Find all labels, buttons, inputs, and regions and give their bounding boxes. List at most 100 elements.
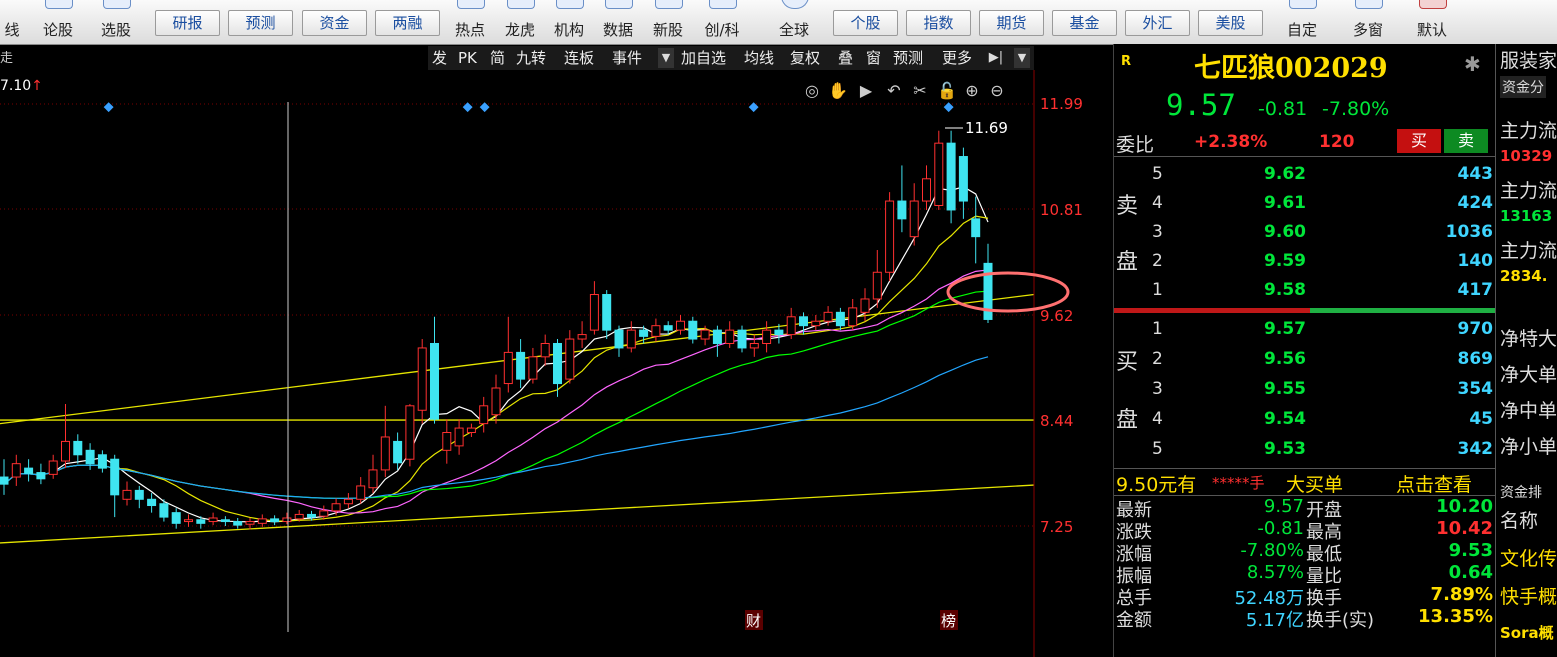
toolbar-default[interactable]: 默认 [1408, 0, 1456, 44]
gear-icon[interactable]: ✱ [1464, 52, 1481, 76]
toolbar-custom[interactable]: 自定 [1278, 0, 1326, 44]
forecast-button[interactable]: 预测 [228, 10, 293, 36]
big-order-type: 大买单 [1286, 474, 1344, 496]
play-icon: ▶ [860, 81, 873, 100]
sell-order-row[interactable]: 2 9.59 140 [1114, 248, 1496, 276]
chart-tool-nine-turn[interactable]: 九转 [516, 48, 546, 68]
toolbar-hot-label: 热点 [454, 21, 485, 39]
candle [417, 339, 427, 424]
futures-button[interactable]: 期货 [979, 10, 1044, 36]
moving-average-lines [3, 186, 989, 523]
order-price: 9.55 [1264, 379, 1306, 399]
chart-tool-more[interactable]: 更多 [942, 48, 972, 68]
buy-order-row[interactable]: 2 9.56 869 [1114, 346, 1496, 374]
stat-label: 最低 [1306, 544, 1342, 565]
rank-item[interactable]: 文化传 [1500, 544, 1557, 571]
rank-item[interactable]: 快手概 [1500, 582, 1557, 609]
toolbar-hot[interactable]: 热点 [450, 0, 490, 44]
chart-tool-events[interactable]: 事件 [612, 48, 642, 68]
toolbar-forum[interactable]: 论股 [38, 0, 78, 44]
research-report-button[interactable]: 研报 [155, 10, 220, 36]
candle [184, 514, 193, 527]
buy-order-row[interactable]: 5 9.53 342 [1114, 436, 1496, 464]
toolbar-dragon-tiger[interactable]: 龙虎 [500, 0, 540, 44]
zoom-in-icon: ⊕ [965, 81, 978, 100]
single-stock-button[interactable]: 个股 [833, 10, 898, 36]
sell-order-row[interactable]: 4 9.61 424 [1114, 190, 1496, 218]
toolbar-stock-pick[interactable]: 选股 [96, 0, 136, 44]
sell-order-row[interactable]: 3 9.60 1036 [1114, 219, 1496, 247]
toolbar-data[interactable]: 数据 [598, 0, 638, 44]
sell-order-row[interactable]: 1 9.58 417 [1114, 277, 1496, 305]
toolbar-globe[interactable]: 全球 [770, 0, 818, 44]
buy-order-row[interactable]: 3 9.55 354 [1114, 376, 1496, 404]
candle [688, 316, 698, 344]
toolbar-line-chart[interactable]: 线 [0, 0, 24, 44]
toolbar-new-stock[interactable]: 新股 [648, 0, 688, 44]
candle [356, 477, 366, 504]
capital-button[interactable]: 资金 [302, 10, 367, 36]
chart-tool-consecutive-limit[interactable]: 连板 [564, 48, 594, 68]
candle [122, 481, 132, 506]
buy-button[interactable]: 买 [1397, 129, 1441, 153]
candle-body [811, 320, 821, 327]
us-stock-button[interactable]: 美股 [1198, 10, 1263, 36]
view-big-order-link[interactable]: 点击查看 [1396, 470, 1472, 497]
candle-body [516, 351, 526, 380]
chart-tool-overlay[interactable]: 叠 [838, 48, 853, 68]
price-change-pct: -7.80% [1322, 98, 1390, 120]
more-dropdown-arrow-icon[interactable]: ▼ [1014, 48, 1030, 68]
candle [257, 514, 267, 527]
chart-tool-simple[interactable]: 简 [490, 48, 505, 68]
margin-button[interactable]: 两融 [375, 10, 440, 36]
candlestick-chart[interactable]: ◎ ✋ ▶ ↶ ✂ 🔓 ⊕ ⊖ 11.69 财 榜 [0, 70, 1112, 657]
toolbar-multi-window[interactable]: 多窗 [1344, 0, 1392, 44]
buy-order-row[interactable]: 4 9.54 45 [1114, 406, 1496, 434]
big-order-alert[interactable]: 9.50元有 *****手 大买单 点击查看 [1114, 468, 1496, 496]
capital-rank-tab[interactable]: 资金排 [1500, 482, 1542, 502]
toolbar-institution[interactable]: 机构 [549, 0, 589, 44]
forex-button[interactable]: 外汇 [1125, 10, 1190, 36]
candle-body [331, 503, 341, 512]
fund-button[interactable]: 基金 [1052, 10, 1117, 36]
sell-button[interactable]: 卖 [1444, 129, 1488, 153]
chart-tool-fa[interactable]: 发 [432, 48, 447, 68]
events-dropdown-arrow-icon[interactable]: ▼ [658, 48, 674, 68]
candle-body [577, 334, 587, 340]
candle [762, 321, 772, 353]
stat-label: 金额 [1116, 610, 1152, 631]
custom-icon [1289, 0, 1317, 9]
candle [626, 321, 636, 353]
rank-item[interactable]: Sora概 [1500, 622, 1554, 643]
order-ratio-label: 委比 [1116, 134, 1155, 156]
chart-tool-window[interactable]: 窗 [866, 48, 881, 68]
candle [602, 290, 612, 340]
main-flow-value: 2834. [1500, 267, 1548, 285]
chart-tool-pk[interactable]: PK [458, 48, 477, 68]
toolbar-star-market[interactable]: 创/科 [697, 0, 747, 44]
order-volume: 1036 [1445, 222, 1493, 242]
net-medium: 净中单 [1500, 400, 1557, 422]
order-price: 9.61 [1264, 193, 1306, 213]
stat-value: 8.57% [1246, 562, 1304, 583]
chart-tool-add-watchlist[interactable]: 加自选 [681, 48, 726, 68]
chart-tool-forecast[interactable]: 预测 [893, 48, 923, 68]
skip-end-icon[interactable]: ▶| [988, 48, 1004, 68]
chart-tool-adjust[interactable]: 复权 [790, 48, 820, 68]
stat-label: 涨跌 [1116, 522, 1152, 543]
candle-body [479, 405, 489, 425]
order-volume: 970 [1457, 319, 1494, 339]
stat-label: 开盘 [1306, 500, 1342, 521]
candle-body [503, 351, 513, 385]
highlight-circle [946, 271, 1070, 313]
sell-order-row[interactable]: 5 9.62 443 [1114, 161, 1496, 189]
candle-body [565, 338, 575, 380]
candle [454, 419, 464, 455]
candle [110, 454, 120, 518]
price-change: -0.81 [1258, 98, 1308, 120]
buy-order-row[interactable]: 1 9.57 970 [1114, 316, 1496, 344]
candle-body [220, 519, 230, 523]
chart-tool-moving-average[interactable]: 均线 [744, 48, 774, 68]
capital-tab[interactable]: 资金分 [1500, 76, 1546, 98]
index-button[interactable]: 指数 [906, 10, 971, 36]
